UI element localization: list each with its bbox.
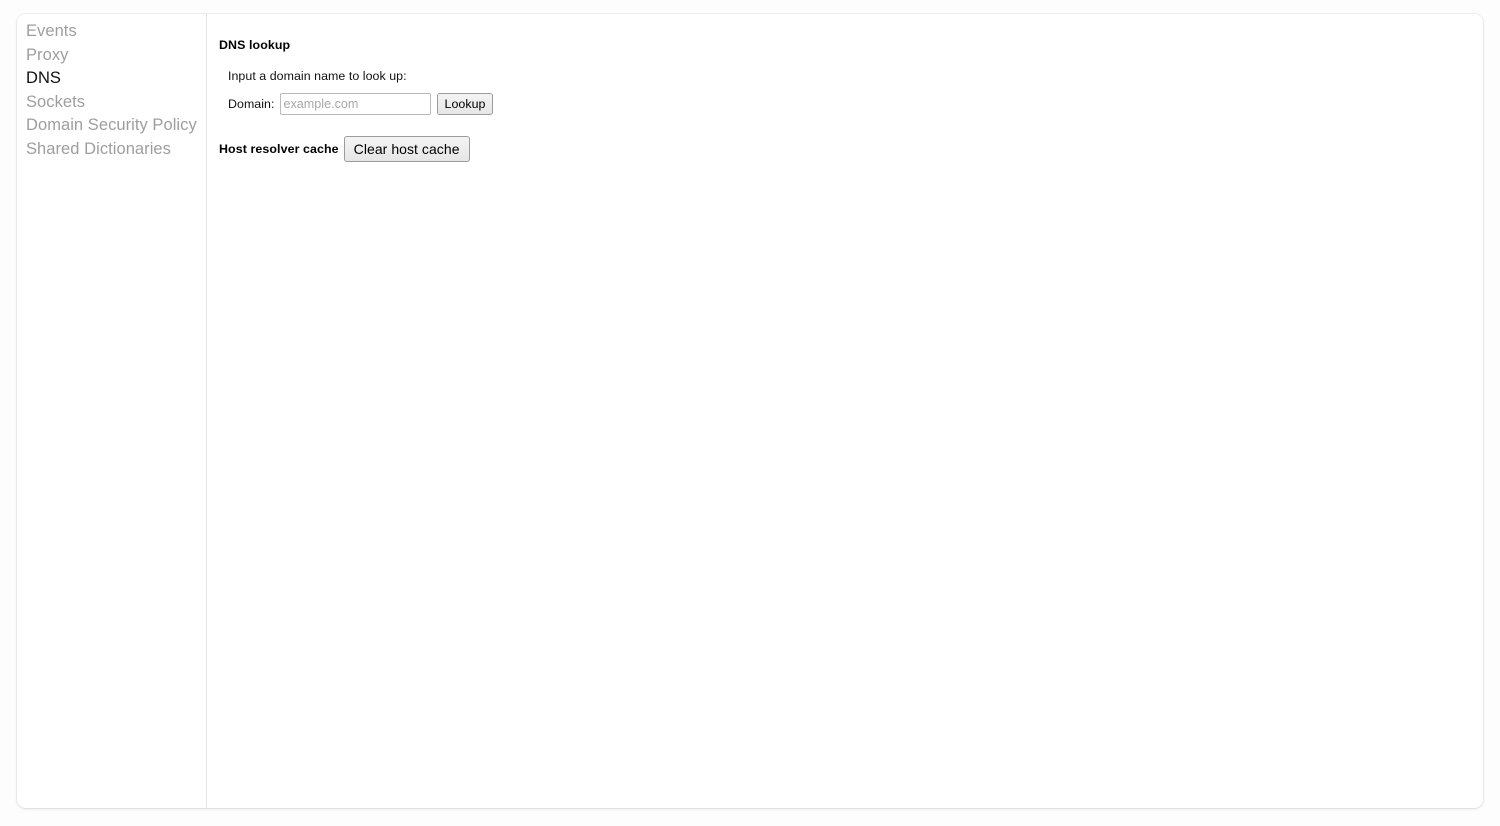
dns-panel: DNS lookup Input a domain name to look u…: [207, 14, 1483, 808]
domain-input[interactable]: [279, 93, 431, 115]
clear-host-cache-button[interactable]: Clear host cache: [343, 136, 470, 162]
sidebar-item-events[interactable]: Events: [17, 20, 206, 44]
domain-input-row: Domain: Lookup: [228, 93, 1483, 115]
sidebar: Events Proxy DNS Sockets Domain Security…: [17, 14, 207, 808]
page-title: DNS lookup: [219, 38, 291, 52]
sidebar-item-domain-security-policy[interactable]: Domain Security Policy: [17, 114, 206, 138]
net-internals-window: Events Proxy DNS Sockets Domain Security…: [17, 14, 1483, 808]
lookup-button[interactable]: Lookup: [436, 93, 494, 115]
host-resolver-cache-label: Host resolver cache: [219, 142, 339, 156]
sidebar-item-dns[interactable]: DNS: [17, 67, 206, 91]
host-resolver-cache-row: Host resolver cache Clear host cache: [219, 136, 1483, 162]
lookup-prompt: Input a domain name to look up:: [228, 69, 407, 83]
domain-label: Domain:: [228, 97, 275, 111]
sidebar-item-sockets[interactable]: Sockets: [17, 91, 206, 115]
sidebar-item-proxy[interactable]: Proxy: [17, 44, 206, 68]
sidebar-item-shared-dictionaries[interactable]: Shared Dictionaries: [17, 138, 206, 162]
dns-lookup-form: Input a domain name to look up: Domain: …: [228, 69, 1483, 115]
